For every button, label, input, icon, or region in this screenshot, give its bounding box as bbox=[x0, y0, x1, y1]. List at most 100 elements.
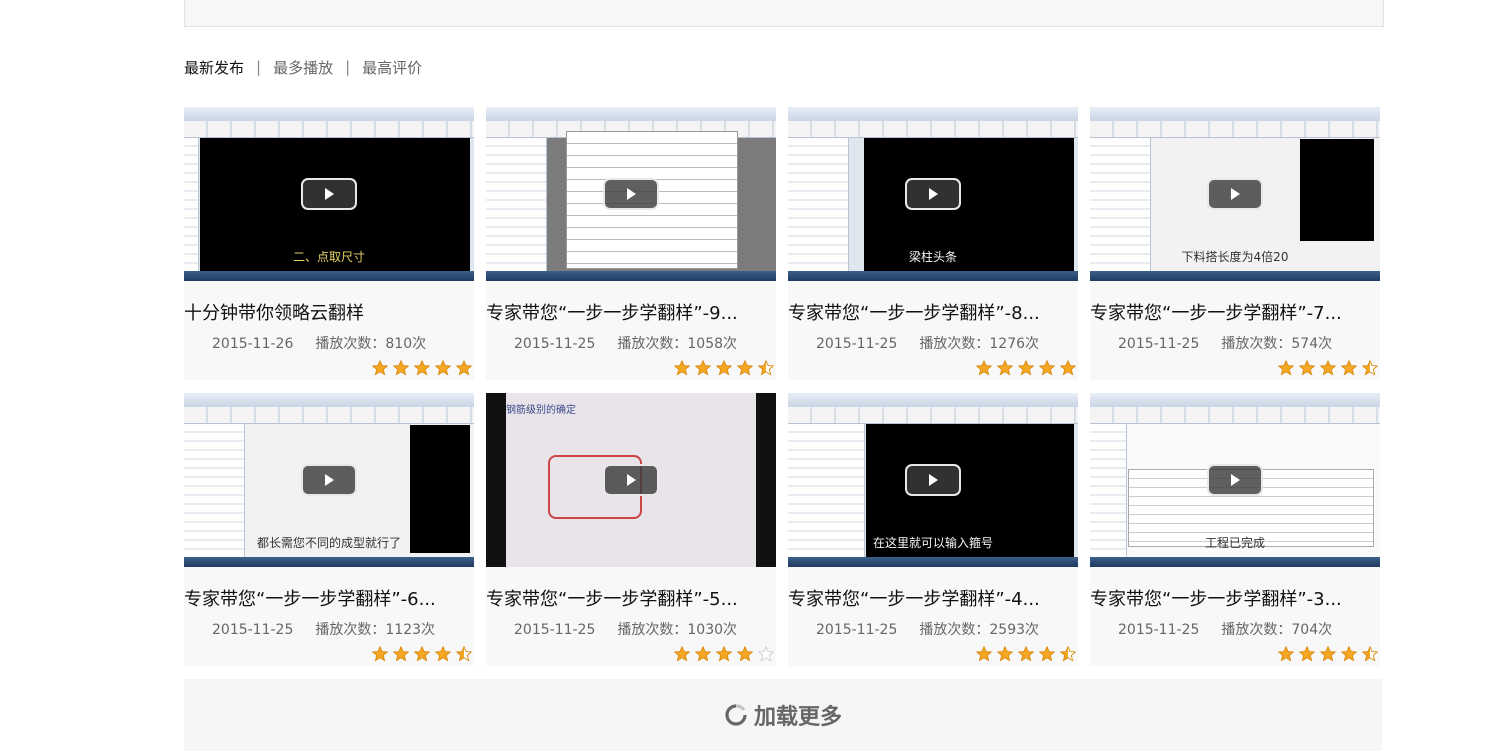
star-full-icon bbox=[716, 360, 732, 376]
star-full-icon bbox=[414, 360, 430, 376]
star-full-icon bbox=[1018, 360, 1034, 376]
thumbnail-caption: 工程已完成 bbox=[1204, 536, 1265, 550]
video-thumbnail[interactable] bbox=[486, 107, 776, 281]
star-full-icon bbox=[372, 360, 388, 376]
video-date: 2015-11-25 bbox=[514, 336, 596, 352]
video-meta: 2015-11-25 播放次数：1276次 bbox=[816, 333, 1039, 353]
play-button[interactable] bbox=[301, 178, 357, 210]
video-thumbnail[interactable]: 下料搭长度为4倍20 bbox=[1090, 107, 1380, 281]
video-grid: 二、点取尺寸 十分钟带你领略云翻样 2015-11-26 播放次数：810次 专家… bbox=[184, 107, 1380, 667]
play-count: 1123 bbox=[385, 622, 422, 638]
video-date: 2015-11-25 bbox=[1118, 336, 1200, 352]
play-count: 810 bbox=[385, 336, 413, 352]
star-half-icon bbox=[758, 360, 774, 376]
video-card[interactable]: 钢筋级别的确定 专家带您“一步一步学翻样”-5... 2015-11-25 播放次… bbox=[486, 393, 776, 666]
play-button[interactable] bbox=[603, 464, 659, 496]
play-count-label: 播放次数： bbox=[919, 336, 990, 352]
thumbnail-caption: 梁柱头条 bbox=[908, 250, 957, 264]
video-title[interactable]: 专家带您“一步一步学翻样”-9... bbox=[486, 299, 776, 325]
rating-stars bbox=[1278, 360, 1378, 376]
sort-tabs: 最新发布 | 最多播放 | 最高评价 bbox=[184, 56, 422, 78]
star-full-icon bbox=[435, 360, 451, 376]
star-half-icon bbox=[1060, 646, 1076, 662]
video-date: 2015-11-25 bbox=[816, 336, 898, 352]
star-full-icon bbox=[1278, 646, 1294, 662]
tab-separator: | bbox=[345, 58, 351, 76]
star-full-icon bbox=[1299, 646, 1315, 662]
video-date: 2015-11-26 bbox=[212, 336, 294, 352]
star-full-icon bbox=[716, 646, 732, 662]
play-count-label: 播放次数： bbox=[617, 336, 688, 352]
video-card[interactable]: 二、点取尺寸 十分钟带你领略云翻样 2015-11-26 播放次数：810次 bbox=[184, 107, 474, 380]
play-icon bbox=[1231, 474, 1240, 486]
play-button[interactable] bbox=[905, 178, 961, 210]
star-full-icon bbox=[695, 360, 711, 376]
refresh-icon bbox=[725, 704, 747, 726]
video-date: 2015-11-25 bbox=[816, 622, 898, 638]
video-title[interactable]: 专家带您“一步一步学翻样”-8... bbox=[788, 299, 1078, 325]
video-thumbnail[interactable]: 工程已完成 bbox=[1090, 393, 1380, 567]
video-thumbnail[interactable]: 都长需您不同的成型就行了 bbox=[184, 393, 474, 567]
star-full-icon bbox=[695, 646, 711, 662]
video-thumbnail[interactable]: 梁柱头条 bbox=[788, 107, 1078, 281]
play-count-label: 播放次数： bbox=[617, 622, 688, 638]
tab-top-rated[interactable]: 最高评价 bbox=[362, 57, 422, 78]
tab-most-played[interactable]: 最多播放 bbox=[273, 57, 333, 78]
star-empty-icon bbox=[758, 646, 774, 662]
play-button[interactable] bbox=[603, 178, 659, 210]
video-card[interactable]: 梁柱头条 专家带您“一步一步学翻样”-8... 2015-11-25 播放次数：1… bbox=[788, 107, 1078, 380]
star-full-icon bbox=[976, 646, 992, 662]
star-full-icon bbox=[1299, 360, 1315, 376]
star-full-icon bbox=[414, 646, 430, 662]
play-count-suffix: 次 bbox=[1025, 336, 1040, 352]
video-card[interactable]: 在这里就可以输入箍号 专家带您“一步一步学翻样”-4... 2015-11-25… bbox=[788, 393, 1078, 666]
star-full-icon bbox=[456, 360, 472, 376]
video-thumbnail[interactable]: 钢筋级别的确定 bbox=[486, 393, 776, 567]
play-count: 2593 bbox=[989, 622, 1026, 638]
rating-stars bbox=[976, 360, 1076, 376]
rating-stars bbox=[1278, 646, 1378, 662]
star-full-icon bbox=[1278, 360, 1294, 376]
video-card[interactable]: 工程已完成 专家带您“一步一步学翻样”-3... 2015-11-25 播放次数：… bbox=[1090, 393, 1380, 666]
rating-stars bbox=[976, 646, 1076, 662]
video-card[interactable]: 下料搭长度为4倍20 专家带您“一步一步学翻样”-7... 2015-11-25… bbox=[1090, 107, 1380, 380]
star-full-icon bbox=[1039, 646, 1055, 662]
video-thumbnail[interactable]: 在这里就可以输入箍号 bbox=[788, 393, 1078, 567]
play-button[interactable] bbox=[301, 464, 357, 496]
tab-latest[interactable]: 最新发布 bbox=[184, 57, 244, 78]
play-count-label: 播放次数： bbox=[315, 622, 386, 638]
play-count: 574 bbox=[1291, 336, 1319, 352]
play-button[interactable] bbox=[905, 464, 961, 496]
thumbnail-caption: 都长需您不同的成型就行了 bbox=[256, 536, 401, 550]
play-button[interactable] bbox=[1207, 464, 1263, 496]
video-thumbnail[interactable]: 二、点取尺寸 bbox=[184, 107, 474, 281]
video-meta: 2015-11-26 播放次数：810次 bbox=[212, 333, 426, 353]
thumbnail-caption: 下料搭长度为4倍20 bbox=[1181, 250, 1289, 264]
thumbnail-caption: 二、点取尺寸 bbox=[292, 250, 365, 264]
video-date: 2015-11-25 bbox=[212, 622, 294, 638]
video-card[interactable]: 都长需您不同的成型就行了 专家带您“一步一步学翻样”-6... 2015-11-… bbox=[184, 393, 474, 666]
play-count: 704 bbox=[1291, 622, 1319, 638]
star-full-icon bbox=[674, 360, 690, 376]
video-title[interactable]: 专家带您“一步一步学翻样”-4... bbox=[788, 585, 1078, 611]
video-meta: 2015-11-25 播放次数：2593次 bbox=[816, 619, 1039, 639]
play-button[interactable] bbox=[1207, 178, 1263, 210]
video-card[interactable]: 专家带您“一步一步学翻样”-9... 2015-11-25 播放次数：1058次 bbox=[486, 107, 776, 380]
star-half-icon bbox=[456, 646, 472, 662]
video-meta: 2015-11-25 播放次数：1058次 bbox=[514, 333, 737, 353]
video-title[interactable]: 专家带您“一步一步学翻样”-6... bbox=[184, 585, 474, 611]
star-full-icon bbox=[997, 360, 1013, 376]
play-count-label: 播放次数： bbox=[1221, 622, 1292, 638]
video-meta: 2015-11-25 播放次数：574次 bbox=[1118, 333, 1332, 353]
video-title[interactable]: 专家带您“一步一步学翻样”-5... bbox=[486, 585, 776, 611]
load-more-button[interactable]: 加载更多 bbox=[184, 679, 1382, 751]
star-full-icon bbox=[674, 646, 690, 662]
star-full-icon bbox=[393, 360, 409, 376]
star-full-icon bbox=[1341, 646, 1357, 662]
video-title[interactable]: 专家带您“一步一步学翻样”-3... bbox=[1090, 585, 1380, 611]
video-title[interactable]: 十分钟带你领略云翻样 bbox=[184, 299, 474, 325]
star-full-icon bbox=[997, 646, 1013, 662]
play-icon bbox=[325, 188, 334, 200]
rating-stars bbox=[372, 646, 472, 662]
video-title[interactable]: 专家带您“一步一步学翻样”-7... bbox=[1090, 299, 1380, 325]
